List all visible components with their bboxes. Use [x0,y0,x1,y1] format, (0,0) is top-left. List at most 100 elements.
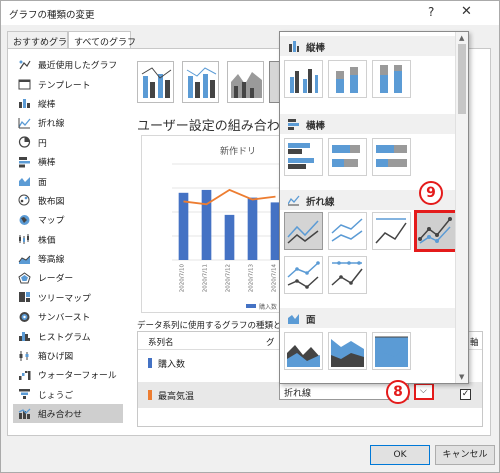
percent-stacked-column-option[interactable] [372,60,411,98]
sidebar-item-area[interactable]: 面 [13,171,123,190]
waterfall-icon [17,369,31,381]
sidebar-item-label: 最近使用したグラフ [38,61,118,72]
sidebar-item-label: 円 [38,138,47,149]
close-button[interactable]: ✕ [461,4,472,19]
bar [201,189,212,260]
legend-swatch [246,304,256,308]
pie-icon [17,136,31,148]
percent-stacked-area-option[interactable] [372,332,411,370]
scroll-up-icon[interactable]: ▲ [459,34,464,42]
chevron-down-icon: ⌵ [420,386,427,396]
percent-stacked-bar-option[interactable] [372,138,411,176]
step-badge-9: 9 [419,181,443,205]
sidebar-item-boxwhisker[interactable]: 箱ひげ図 [13,346,123,365]
series-section-label: データ系列に使用するグラフの種類と軸 [137,321,291,331]
map-icon [17,214,31,226]
bar [247,197,258,260]
column-chart-type: グ [266,338,275,348]
stacked-column-option[interactable] [328,60,367,98]
area-icon [17,175,31,187]
sidebar-item-label: 横棒 [38,158,56,169]
sidebar-item-column[interactable]: 縦棒 [13,94,123,113]
combo-icon [17,408,31,420]
sidebar-item-radar[interactable]: レーダー [13,268,123,287]
sidebar-item-label: 縦棒 [38,99,56,110]
title-bar: グラフの種類の変更 ? ✕ [1,1,499,25]
sidebar-item-pie[interactable]: 円 [13,133,123,152]
sidebar-item-histogram[interactable]: ヒストグラム [13,326,123,345]
bar-icon [17,156,31,168]
dropdown-section-bar: 横棒 [280,114,456,134]
section-label: 折れ線 [306,197,335,208]
line-icon [17,117,31,129]
stacked-area-option[interactable] [328,332,367,370]
sidebar-item-label: レーダー [38,274,74,285]
funnel-icon [17,388,31,400]
surface-icon [17,253,31,265]
sidebar-item-label: 等高線 [38,255,65,266]
sidebar-item-line[interactable]: 折れ線 [13,113,123,132]
cancel-button[interactable]: キャンセル [435,445,495,465]
percent-line-markers-option[interactable] [328,256,367,294]
line-option[interactable] [284,212,323,250]
sidebar-item-map[interactable]: マップ [13,210,123,229]
stacked-bar-option[interactable] [328,138,367,176]
chart-type-dropdown-button[interactable]: ⌵ [414,383,434,400]
sidebar-item-label: ツリーマップ [38,293,91,304]
secondary-axis-checkbox[interactable]: ✓ [460,389,471,400]
sidebar-item-recent[interactable]: 最近使用したグラフ [13,55,123,74]
sidebar-item-waterfall[interactable]: ウォーターフォール [13,365,123,384]
section-label: 横棒 [306,121,326,132]
sidebar-item-sunburst[interactable]: サンバースト [13,307,123,326]
column-icon [289,41,299,52]
sidebar-item-stock[interactable]: 株価 [13,230,123,249]
combo-subtype-2[interactable] [182,61,219,103]
stock-icon [17,233,31,245]
boxwhisker-icon [17,350,31,362]
sunburst-icon [17,311,31,323]
recent-icon [17,59,31,71]
sidebar-item-label: 箱ひげ図 [38,352,74,363]
bar [178,192,189,260]
sidebar-item-surface[interactable]: 等高線 [13,249,123,268]
line-with-markers-option[interactable] [414,210,458,252]
tick-label: 2020/7/14 [272,264,278,293]
sidebar-item-scatter[interactable]: 散布図 [13,191,123,210]
area-icon [288,314,299,324]
scrollbar-thumb[interactable] [458,44,466,114]
tick-label: 2020/7/12 [226,264,232,292]
sidebar-item-combo[interactable]: 組み合わせ [13,404,123,424]
percent-stacked-line-option[interactable] [372,212,411,250]
sidebar-item-template[interactable]: テンプレート [13,74,123,93]
template-icon [17,78,31,90]
sidebar-item-label: ヒストグラム [38,332,91,343]
clustered-bar-option[interactable] [284,138,323,176]
stacked-line-markers-option[interactable] [284,256,323,294]
sidebar-item-label: マップ [38,216,65,227]
tick-label: 2020/7/13 [249,264,255,293]
dialog-title: グラフの種類の変更 [9,10,95,21]
sidebar-item-funnel[interactable]: じょうご [13,385,123,404]
treemap-icon [17,291,31,303]
scroll-down-icon[interactable]: ▼ [459,373,464,381]
chart-plot: 2020/7/10 2020/7/11 2020/7/12 2020/7/13 2020… [172,163,287,311]
stacked-line-option[interactable] [328,212,367,250]
ok-button[interactable]: OK [370,445,430,465]
combo-subtype-3[interactable] [227,61,264,103]
column-axis: 軸 [470,338,479,348]
combo-subtype-1[interactable] [137,61,174,103]
clustered-column-option[interactable] [284,60,323,98]
sidebar-item-treemap[interactable]: ツリーマップ [13,288,123,307]
dropdown-scrollbar[interactable]: ▲ ▼ [455,32,468,383]
sidebar-item-label: 面 [38,177,47,188]
dropdown-section-column: 縦棒 [280,36,456,56]
tick-label: 2020/7/10 [180,264,186,293]
column-icon [17,97,31,109]
histogram-icon [17,330,31,342]
help-button[interactable]: ? [428,5,434,19]
sidebar-item-label: 散布図 [38,196,65,207]
area-option[interactable] [284,332,323,370]
tab-recommended[interactable]: おすすめグラフ [7,31,76,49]
line-icon [288,195,300,206]
sidebar-item-bar[interactable]: 横棒 [13,152,123,171]
